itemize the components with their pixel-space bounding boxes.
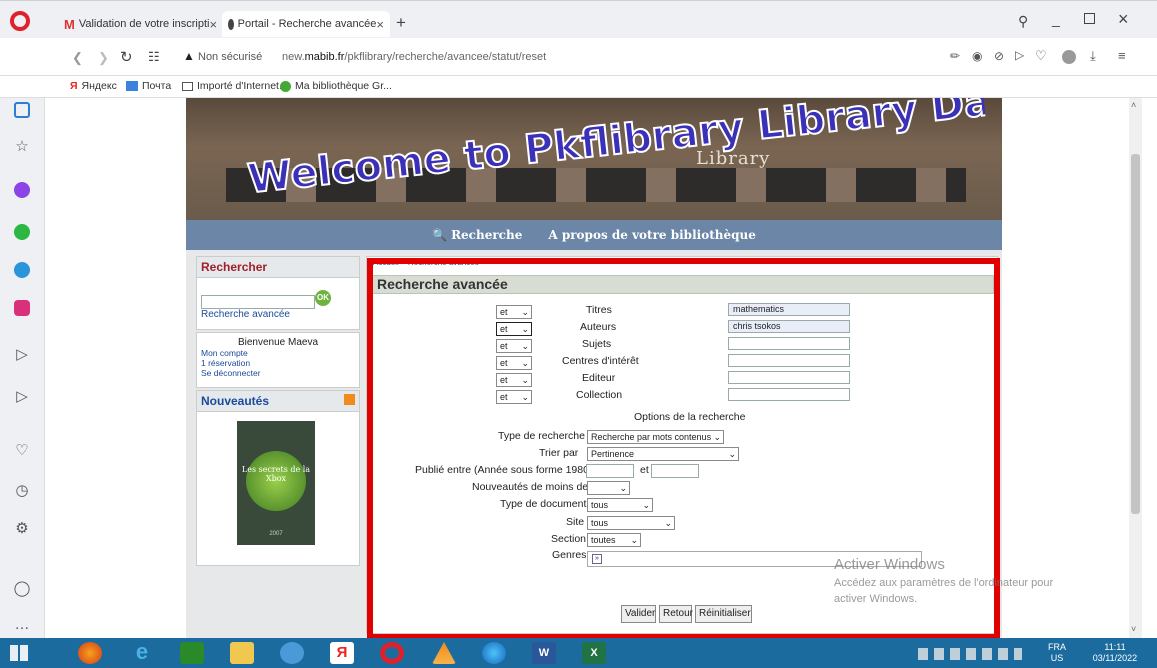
search-widget: Rechercher OK Recherche avancée xyxy=(196,256,360,330)
bookmark-yandex[interactable]: Я Яндекс xyxy=(70,80,117,92)
home-icon[interactable] xyxy=(8,98,36,122)
download-icon[interactable]: ⤓ xyxy=(1090,48,1096,64)
browser-sidebar: ☆ ▷ ▷ ♡ ◷ ⚙ ◯ … xyxy=(0,98,45,638)
reload-icon[interactable]: ↻ xyxy=(120,48,133,66)
rss-icon[interactable] xyxy=(344,394,355,405)
close-tab-icon[interactable]: × xyxy=(210,17,218,32)
folder-icon xyxy=(182,81,193,91)
store-icon[interactable] xyxy=(180,642,204,664)
instagram-icon[interactable] xyxy=(8,296,36,320)
browser-tab-bar: M Validation de votre inscripti × Portai… xyxy=(0,0,1157,38)
yandex-icon: Я xyxy=(70,80,78,92)
page-content: Library Welcome to Pkflibrary Library Da… xyxy=(46,98,1129,638)
close-window-icon[interactable]: × xyxy=(1118,9,1129,30)
banner-image: Library Welcome to Pkflibrary Library Da… xyxy=(186,98,1002,220)
profile-icon[interactable] xyxy=(1062,50,1076,64)
address-bar: ❮ ❯ ↻ ☷ ▲ Non sécurisé new.mabib.fr/pkfl… xyxy=(0,38,1157,76)
news-title: Nouveautés xyxy=(201,394,270,408)
scroll-up-icon[interactable]: ˄ xyxy=(1131,100,1136,110)
block-icon[interactable]: ⊘ xyxy=(994,49,1004,63)
advanced-search-link[interactable]: Recherche avancée xyxy=(201,309,290,320)
edge-icon[interactable] xyxy=(482,642,506,664)
book-year: 2007 xyxy=(269,531,283,537)
clock-date: 03/11/2022 xyxy=(1092,653,1138,663)
search-nav-icon: 🔍 xyxy=(432,228,448,242)
firefox-icon[interactable] xyxy=(78,642,102,664)
opera-taskbar-icon[interactable] xyxy=(380,642,404,664)
ok-button[interactable]: OK xyxy=(315,290,331,306)
minimize-icon[interactable]: _ xyxy=(1052,11,1060,27)
page-scrollbar[interactable]: ˄ ˅ xyxy=(1129,98,1142,638)
clock-time: 11:11 xyxy=(1104,642,1126,652)
send-icon[interactable]: ▷ xyxy=(8,384,36,408)
gmail-icon: M xyxy=(64,16,75,32)
book-title: Les secrets de la Xbox xyxy=(241,465,311,483)
reservation-link[interactable]: 1 réservation xyxy=(197,358,359,368)
nav-about[interactable]: A propos de votre bibliothèque xyxy=(548,228,756,242)
star-icon[interactable]: ☆ xyxy=(8,134,36,158)
bookmarks-bar: Я Яндекс Почта Importé d'Internet... Ma … xyxy=(0,76,1157,98)
bookmark-ma-bibliotheque[interactable]: Ma bibliothèque Gr... xyxy=(280,80,392,92)
goodreads-icon xyxy=(280,80,291,92)
grid-icon[interactable]: ☷ xyxy=(148,49,160,65)
tray-icons[interactable] xyxy=(918,648,1022,660)
watermark-line2: activer Windows. xyxy=(834,593,918,605)
scroll-thumb[interactable] xyxy=(1131,154,1140,514)
close-tab-icon[interactable]: × xyxy=(376,17,384,32)
site-nav-bar: 🔍 Recherche A propos de votre bibliothèq… xyxy=(186,220,1002,250)
news-widget: Nouveautés Les secrets de la Xbox 2007 xyxy=(196,390,360,566)
book-cover[interactable]: Les secrets de la Xbox 2007 xyxy=(237,421,315,545)
explorer-icon[interactable] xyxy=(230,642,254,664)
heart-icon[interactable]: ♡ xyxy=(1035,48,1047,64)
bookmark-imported[interactable]: Importé d'Internet... xyxy=(182,80,288,92)
bookmark-pochta[interactable]: Почта xyxy=(126,80,171,92)
globe-icon xyxy=(228,18,234,30)
mail-icon xyxy=(126,81,138,91)
watermark-line1: Accédez aux paramètres de l'ordinateur p… xyxy=(834,577,1054,589)
welcome-text: Bienvenue Maeva xyxy=(237,337,319,348)
new-tab-icon[interactable]: + xyxy=(396,13,406,33)
windows-watermark: Activer Windows Accédez aux paramètres d… xyxy=(834,556,1053,605)
yandex-browser-icon[interactable]: Я xyxy=(330,642,354,664)
favorites-icon[interactable]: ♡ xyxy=(8,438,36,462)
media-player-icon[interactable] xyxy=(280,642,304,664)
opera-logo-icon[interactable] xyxy=(10,11,30,31)
whatsapp-icon[interactable] xyxy=(8,220,36,244)
url-field[interactable]: new.mabib.fr/pkflibrary/recherche/avance… xyxy=(282,51,546,63)
search-widget-title: Rechercher xyxy=(197,257,359,278)
quick-search-input[interactable] xyxy=(201,295,315,309)
settings-icon[interactable]: ⚙ xyxy=(8,516,36,540)
share-icon[interactable]: ✏ xyxy=(950,49,960,63)
nav-search[interactable]: Recherche xyxy=(451,228,522,242)
word-icon[interactable]: W xyxy=(532,642,556,664)
start-icon[interactable] xyxy=(10,645,28,661)
lightbulb-icon[interactable]: ◯ xyxy=(8,576,36,600)
security-label: Non sécurisé xyxy=(198,51,263,63)
telegram-icon[interactable] xyxy=(8,258,36,282)
language-indicator[interactable]: FRA US xyxy=(1048,642,1066,664)
messenger-icon[interactable] xyxy=(8,178,36,202)
tab-gmail[interactable]: M Validation de votre inscripti × xyxy=(58,11,222,37)
watermark-title: Activer Windows xyxy=(834,556,945,573)
player-icon[interactable]: ▷ xyxy=(8,342,36,366)
my-account-link[interactable]: Mon compte xyxy=(197,348,359,358)
camera-icon[interactable]: ◉ xyxy=(972,49,982,63)
play-icon[interactable]: ▷ xyxy=(1015,48,1024,62)
search-tabs-icon[interactable]: ⚲ xyxy=(1018,13,1028,30)
tab-portail[interactable]: Portail - Recherche avancée × xyxy=(222,11,390,37)
warning-icon: ▲ xyxy=(183,49,195,63)
excel-icon[interactable]: X xyxy=(582,642,606,664)
menu-icon[interactable]: ≡ xyxy=(1118,48,1126,63)
history-icon[interactable]: ◷ xyxy=(8,478,36,502)
logout-link[interactable]: Se déconnecter xyxy=(197,368,359,378)
forward-icon[interactable]: ❯ xyxy=(98,50,109,66)
scroll-down-icon[interactable]: ˅ xyxy=(1131,624,1136,634)
more-icon[interactable]: … xyxy=(8,612,36,636)
ie-icon[interactable]: e xyxy=(130,641,154,664)
maximize-icon[interactable] xyxy=(1084,13,1095,24)
back-icon[interactable]: ❮ xyxy=(72,50,83,66)
account-widget: Bienvenue Maeva Mon compte 1 réservation… xyxy=(196,332,360,388)
clock[interactable]: 11:11 03/11/2022 xyxy=(1080,642,1150,664)
